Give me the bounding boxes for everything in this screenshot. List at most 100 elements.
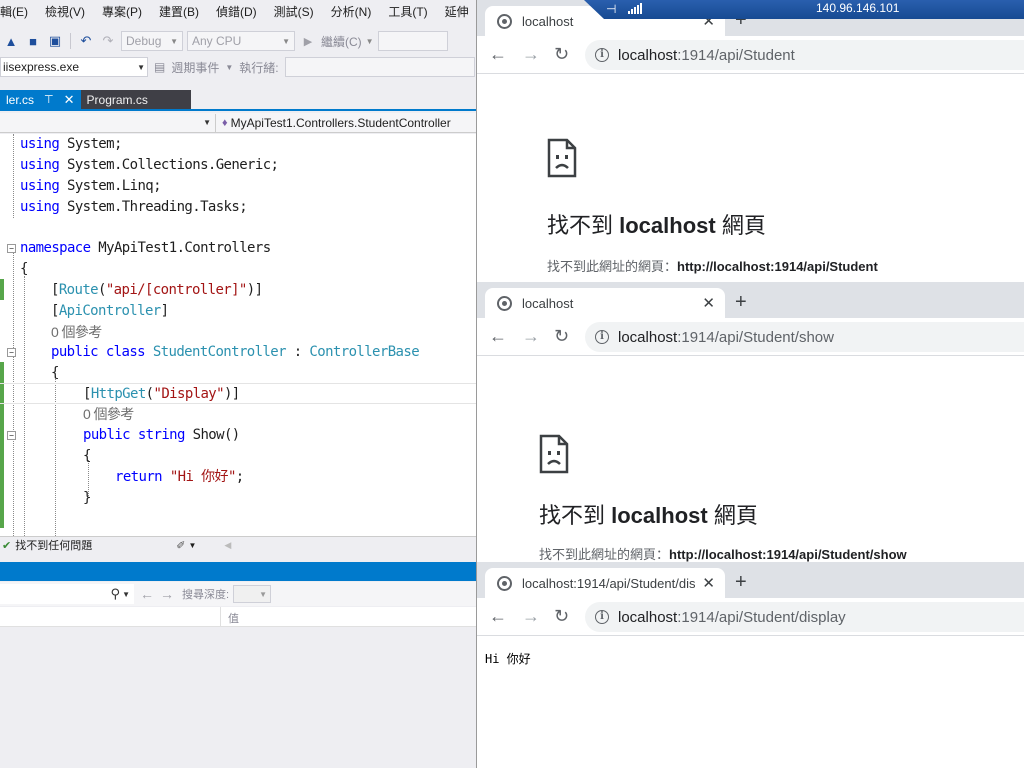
code-token: Route <box>58 282 99 298</box>
chevron-down-icon: ▼ <box>282 36 290 46</box>
browser-tab-strip: localhost:1914/api/Student/dis ✕ + <box>477 562 1024 598</box>
column-divider[interactable] <box>220 607 221 627</box>
error-url: http://localhost:1914/api/Student/show <box>669 547 907 562</box>
menu-tools[interactable]: 工具(T) <box>388 3 436 20</box>
address-bar[interactable]: i localhost:1914/api/Student <box>585 40 1024 70</box>
code-token: namespace <box>20 240 91 256</box>
arrow-right-icon[interactable]: → <box>522 44 540 64</box>
undo-icon[interactable]: ↶ <box>77 32 95 50</box>
open-folder-icon[interactable]: ▲ <box>2 32 20 50</box>
tab-student-controller[interactable]: ler.cs ⊤ ✕ <box>0 90 81 109</box>
references-codelens[interactable]: 0 個參考 <box>83 404 134 425</box>
search-previous-icon[interactable]: ← <box>140 586 154 602</box>
new-tab-icon[interactable]: + <box>735 292 747 312</box>
class-name: MyApiTest1.Controllers.StudentController <box>230 115 451 130</box>
info-icon[interactable]: i <box>595 48 609 62</box>
menu-edit[interactable]: 輯(E) <box>0 3 37 20</box>
solution-platform-select[interactable]: Any CPU ▼ <box>187 31 295 51</box>
issues-status[interactable]: 找不到任何問題 <box>15 537 92 553</box>
save-icon[interactable]: ■ <box>24 32 42 50</box>
arrow-left-icon[interactable]: ← <box>489 606 507 626</box>
url-path: :1914/api/Student/show <box>677 328 834 346</box>
debug-target-box[interactable] <box>377 31 448 51</box>
chevron-down-icon: ▼ <box>137 62 145 72</box>
code-line: using System; <box>0 134 478 155</box>
chevron-down-icon[interactable]: ▼ <box>225 63 233 72</box>
reload-icon[interactable]: ↻ <box>554 44 569 64</box>
browser-tab[interactable]: localhost:1914/api/Student/dis ✕ <box>485 568 725 598</box>
code-line: using System.Collections.Generic; <box>0 155 478 176</box>
watch-search-input[interactable]: ⚲ ▼ <box>0 584 134 604</box>
browser-tab[interactable]: localhost ✕ <box>485 288 725 318</box>
menu-extensions[interactable]: 延伸 <box>445 3 478 20</box>
chevron-down-icon[interactable]: ▼ <box>366 37 374 46</box>
code-line: return "Hi 你好"; <box>0 467 478 488</box>
lifecycle-events-button[interactable]: 週期事件 <box>171 59 219 76</box>
watch-panel-title-bar[interactable] <box>0 562 478 581</box>
error-message: 找不到此網址的網頁：http://localhost:1914/api/Stud… <box>547 256 878 275</box>
pin-icon[interactable]: ⊣ <box>606 2 616 16</box>
reload-icon[interactable]: ↻ <box>554 326 569 346</box>
url-host: localhost <box>618 328 678 346</box>
page-icon <box>497 13 512 29</box>
code-token: [ <box>83 386 91 402</box>
info-icon[interactable]: i <box>595 330 609 344</box>
class-dropdown[interactable]: ♦ MyApiTest1.Controllers.StudentControll… <box>216 116 451 130</box>
url-text: localhost:1914/api/Student/show <box>618 329 834 346</box>
thread-select[interactable] <box>284 57 475 77</box>
info-icon[interactable]: i <box>595 610 609 624</box>
address-bar[interactable]: i localhost:1914/api/Student/display <box>585 602 1024 632</box>
chevron-down-icon: ▼ <box>203 118 211 127</box>
error-message-label: 找不到此網址的網頁： <box>547 259 678 274</box>
brush-icon[interactable]: ✐ <box>176 539 185 552</box>
address-bar[interactable]: i localhost:1914/api/Student/show <box>585 322 1024 352</box>
new-tab-icon[interactable]: + <box>735 572 747 592</box>
close-icon[interactable]: ✕ <box>64 92 75 108</box>
close-icon[interactable]: ✕ <box>702 294 715 312</box>
code-token: public <box>51 344 99 360</box>
pin-icon[interactable]: ⊤ <box>44 93 54 106</box>
menu-test[interactable]: 測試(S) <box>274 3 323 20</box>
scroll-left-icon[interactable]: ◀ <box>224 540 231 551</box>
menu-view[interactable]: 檢視(V) <box>45 3 94 20</box>
code-token: ; <box>235 469 244 485</box>
url-host: localhost <box>618 608 678 626</box>
class-icon: ♦ <box>222 116 228 129</box>
arrow-left-icon[interactable]: ← <box>489 44 507 64</box>
arrow-right-icon[interactable]: → <box>522 606 540 626</box>
menu-build[interactable]: 建置(B) <box>159 3 208 20</box>
code-token: "Display" <box>153 386 225 402</box>
references-codelens[interactable]: 0 個參考 <box>51 322 102 343</box>
code-token: string <box>137 427 186 443</box>
code-token: [ <box>51 282 59 298</box>
arrow-left-icon[interactable]: ← <box>489 326 507 346</box>
tab-label: ler.cs <box>6 92 35 107</box>
error-url: http://localhost:1914/api/Student <box>677 259 878 274</box>
close-icon[interactable]: ✕ <box>702 574 715 592</box>
chevron-down-icon[interactable]: ▼ <box>188 541 196 550</box>
code-editor[interactable]: using System; using System.Collections.G… <box>0 134 478 536</box>
menu-analyze[interactable]: 分析(N) <box>331 3 381 20</box>
tab-program[interactable]: Program.cs <box>80 90 191 109</box>
arrow-right-icon[interactable]: → <box>522 326 540 346</box>
reload-icon[interactable]: ↻ <box>554 606 569 626</box>
save-all-icon[interactable]: ▣ <box>46 32 64 50</box>
continue-button[interactable]: 繼續(C) <box>321 33 362 50</box>
menu-project[interactable]: 專案(P) <box>102 3 151 20</box>
solution-configuration-select[interactable]: Debug ▼ <box>121 31 183 51</box>
redo-icon[interactable]: ↷ <box>99 32 117 50</box>
connection-signal-icon[interactable] <box>628 3 642 14</box>
page-icon <box>497 575 512 591</box>
menu-debug[interactable]: 偵錯(D) <box>216 3 266 20</box>
project-dropdown[interactable]: ▼ <box>0 113 216 132</box>
search-depth-select[interactable]: ▼ <box>233 585 272 603</box>
value-column-header[interactable]: 值 <box>228 610 239 626</box>
search-next-icon[interactable]: → <box>160 586 174 602</box>
visual-studio-window: 輯(E) 檢視(V) 專案(P) 建置(B) 偵錯(D) 測試(S) 分析(N)… <box>0 0 478 768</box>
process-select[interactable]: iisexpress.exe ▼ <box>0 57 148 77</box>
code-token: ( <box>145 386 154 402</box>
lifecycle-events-icon[interactable]: ▤ <box>154 60 165 74</box>
remote-desktop-connection-bar[interactable]: ⊣ 140.96.146.101 <box>584 0 1024 19</box>
play-icon[interactable]: ▶ <box>299 32 317 50</box>
